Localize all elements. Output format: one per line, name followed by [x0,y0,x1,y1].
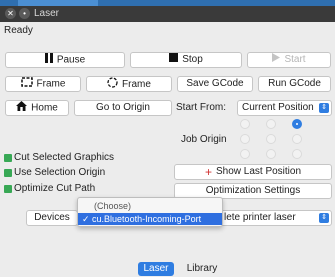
pause-label: Pause [56,54,86,66]
pause-button[interactable]: Pause [5,52,125,68]
start-from-value: Current Position [242,102,314,113]
job-origin-top-right[interactable] [292,119,302,129]
frame-rect-icon [20,77,33,92]
frame-rect-button[interactable]: Frame [5,76,81,92]
job-origin-middle-left[interactable] [240,134,250,144]
job-origin-top-center[interactable] [266,119,276,129]
job-origin-middle-center[interactable] [266,134,276,144]
status-text: Ready [4,25,33,36]
devices-button[interactable]: Devices [26,210,78,226]
job-origin-middle-right[interactable] [292,134,302,144]
start-label: Start [284,54,306,65]
job-origin-bottom-center[interactable] [266,149,276,159]
device-select-arrows-icon: ⇕ [319,213,329,223]
laser-window: ✕ • Laser Ready Pause Stop Start Frame F… [0,6,335,277]
device-dropdown: (Choose) ✓ cu.Bluetooth-Incoming-Port [77,197,223,227]
frame-rect-label: Frame [36,78,66,90]
close-icon[interactable]: ✕ [5,8,16,19]
home-button[interactable]: Home [5,100,69,116]
use-selection-origin-label: Use Selection Origin [14,167,106,178]
window-title: Laser [34,8,60,19]
tab-laser[interactable]: Laser [138,262,174,276]
save-gcode-button[interactable]: Save GCode [177,76,253,92]
tab-library[interactable]: Library [182,262,222,276]
cut-selected-graphics-checkbox[interactable] [4,154,12,162]
job-origin-bottom-left[interactable] [240,149,250,159]
frame-circle-icon [107,77,118,93]
window-menu-icon[interactable]: • [19,8,30,19]
optimize-cut-path-label: Optimize Cut Path [14,183,96,194]
device-select-value: lete printer laser [224,212,296,223]
show-last-position-button[interactable]: + Show Last Position [174,164,332,180]
home-label: Home [31,102,58,114]
crosshair-icon: + [204,165,212,179]
frame-circle-button[interactable]: Frame [86,76,172,92]
show-last-position-label: Show Last Position [215,166,302,177]
start-button[interactable]: Start [247,52,331,68]
cut-selected-graphics-label: Cut Selected Graphics [14,152,115,163]
optimize-cut-path-checkbox[interactable] [4,185,12,193]
stop-icon [169,53,179,67]
stop-label: Stop [182,54,203,65]
home-icon [16,101,28,116]
play-icon [272,53,281,67]
job-origin-bottom-right[interactable] [292,149,302,159]
title-bar: ✕ • Laser [0,6,335,22]
job-origin-label: Job Origin [181,134,227,145]
device-option-choose[interactable]: (Choose) [78,200,222,212]
go-to-origin-button[interactable]: Go to Origin [74,100,172,116]
pause-icon [44,53,53,68]
device-option-bluetooth[interactable]: ✓ cu.Bluetooth-Incoming-Port [78,213,222,225]
select-arrows-icon: ⇕ [319,103,329,113]
start-from-select[interactable]: Current Position ⇕ [237,100,332,116]
job-origin-top-left[interactable] [240,119,250,129]
start-from-label: Start From: [176,102,227,113]
frame-circle-label: Frame [122,79,151,90]
use-selection-origin-checkbox[interactable] [4,169,12,177]
stop-button[interactable]: Stop [130,52,242,68]
device-select[interactable]: lete printer laser ⇕ [220,210,332,226]
run-gcode-button[interactable]: Run GCode [258,76,331,92]
